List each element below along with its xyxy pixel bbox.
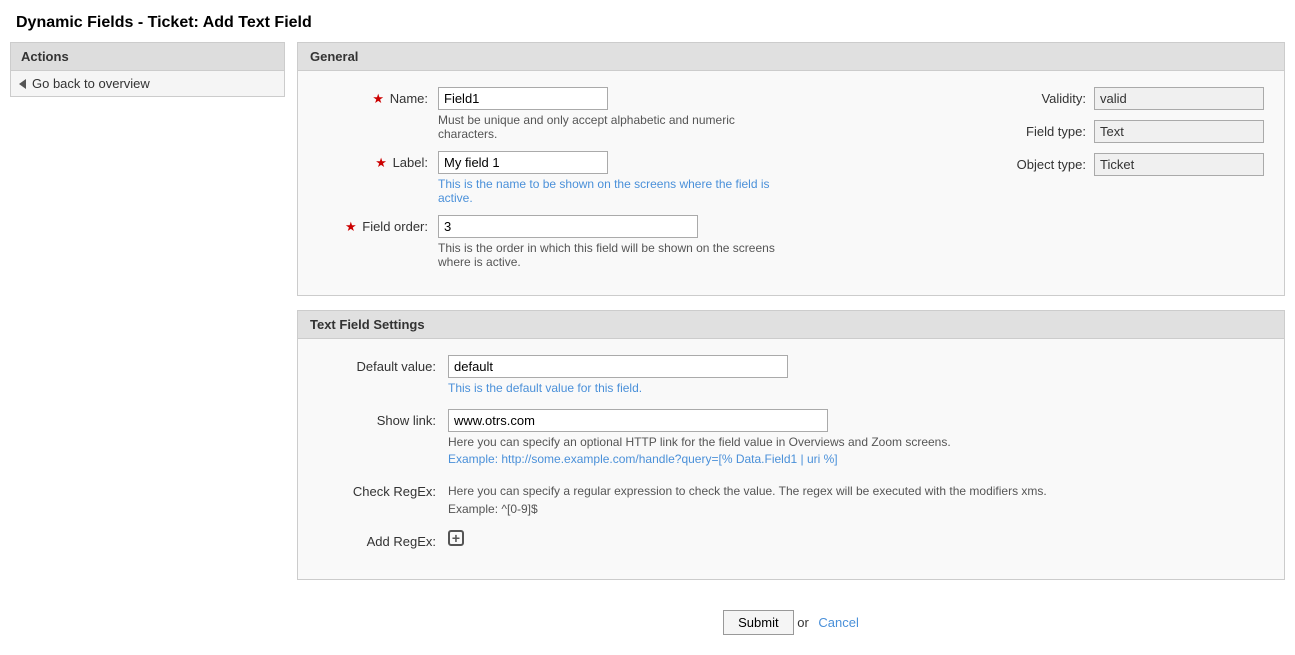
add-regex-icon[interactable]: +: [448, 530, 464, 546]
name-hint: Must be unique and only accept alphabeti…: [438, 113, 778, 141]
check-regex-field: Here you can specify a regular expressio…: [448, 480, 1264, 516]
arrow-left-icon: [19, 79, 26, 89]
check-regex-hint1: Here you can specify a regular expressio…: [448, 480, 1048, 498]
text-field-settings-content: Default value: This is the default value…: [298, 339, 1284, 579]
show-link-hint2: Example: http://some.example.com/handle?…: [448, 452, 1048, 466]
label-field: This is the name to be shown on the scre…: [438, 151, 918, 205]
default-value-label: Default value:: [318, 355, 448, 374]
label-row: ★ Label: This is the name to be shown on…: [318, 151, 956, 205]
field-type-input: [1094, 120, 1264, 143]
validity-label: Validity:: [996, 91, 1086, 106]
field-order-label: ★ Field order:: [318, 215, 438, 235]
field-type-label: Field type:: [996, 124, 1086, 139]
name-row: ★ Name: Must be unique and only accept a…: [318, 87, 956, 141]
field-type-row: Field type:: [996, 120, 1264, 143]
object-type-label: Object type:: [996, 157, 1086, 172]
required-star-label: ★: [375, 155, 387, 170]
show-link-field: Here you can specify an optional HTTP li…: [448, 409, 1264, 466]
field-order-field: This is the order in which this field wi…: [438, 215, 918, 269]
show-link-input[interactable]: [448, 409, 828, 432]
object-type-row: Object type:: [996, 153, 1264, 176]
label-input[interactable]: [438, 151, 608, 174]
default-value-field: This is the default value for this field…: [448, 355, 1264, 395]
cancel-link[interactable]: Cancel: [818, 615, 858, 630]
add-regex-label: Add RegEx:: [318, 530, 448, 549]
name-field: Must be unique and only accept alphabeti…: [438, 87, 918, 141]
show-link-row: Show link: Here you can specify an optio…: [318, 409, 1264, 466]
go-back-link[interactable]: Go back to overview: [32, 76, 150, 91]
page-title: Dynamic Fields - Ticket: Add Text Field: [0, 0, 1295, 42]
name-input[interactable]: [438, 87, 608, 110]
show-link-label: Show link:: [318, 409, 448, 428]
field-order-input[interactable]: [438, 215, 698, 238]
add-regex-row: Add RegEx: +: [318, 530, 1264, 549]
footer-actions: Submit or Cancel: [297, 594, 1285, 655]
required-star: ★: [372, 91, 384, 106]
general-right: Validity: Field type: Object type:: [996, 87, 1264, 279]
general-left: ★ Name: Must be unique and only accept a…: [318, 87, 956, 279]
general-section: General ★ Name: Must be unique and only …: [297, 42, 1285, 296]
validity-row: Validity:: [996, 87, 1264, 110]
general-section-header: General: [298, 43, 1284, 71]
text-field-settings-section: Text Field Settings Default value: This …: [297, 310, 1285, 580]
required-star-order: ★: [345, 219, 357, 234]
or-text: or: [797, 615, 812, 630]
field-order-row: ★ Field order: This is the order in whic…: [318, 215, 956, 269]
submit-button[interactable]: Submit: [723, 610, 793, 635]
check-regex-label: Check RegEx:: [318, 480, 448, 499]
default-value-row: Default value: This is the default value…: [318, 355, 1264, 395]
default-value-hint: This is the default value for this field…: [448, 381, 1048, 395]
default-value-input[interactable]: [448, 355, 788, 378]
check-regex-hint2: Example: ^[0-9]$: [448, 498, 1048, 516]
sidebar-item-go-back[interactable]: Go back to overview: [11, 71, 284, 96]
object-type-input: [1094, 153, 1264, 176]
sidebar-header: Actions: [11, 43, 284, 71]
sidebar: Actions Go back to overview: [10, 42, 285, 655]
content-area: General ★ Name: Must be unique and only …: [297, 42, 1285, 655]
validity-input[interactable]: [1094, 87, 1264, 110]
add-regex-field: +: [448, 530, 1264, 546]
label-label: ★ Label:: [318, 151, 438, 171]
check-regex-row: Check RegEx: Here you can specify a regu…: [318, 480, 1264, 516]
show-link-hint1: Here you can specify an optional HTTP li…: [448, 435, 1048, 449]
text-field-settings-header: Text Field Settings: [298, 311, 1284, 339]
label-hint: This is the name to be shown on the scre…: [438, 177, 778, 205]
name-label: ★ Name:: [318, 87, 438, 107]
field-order-hint: This is the order in which this field wi…: [438, 241, 778, 269]
